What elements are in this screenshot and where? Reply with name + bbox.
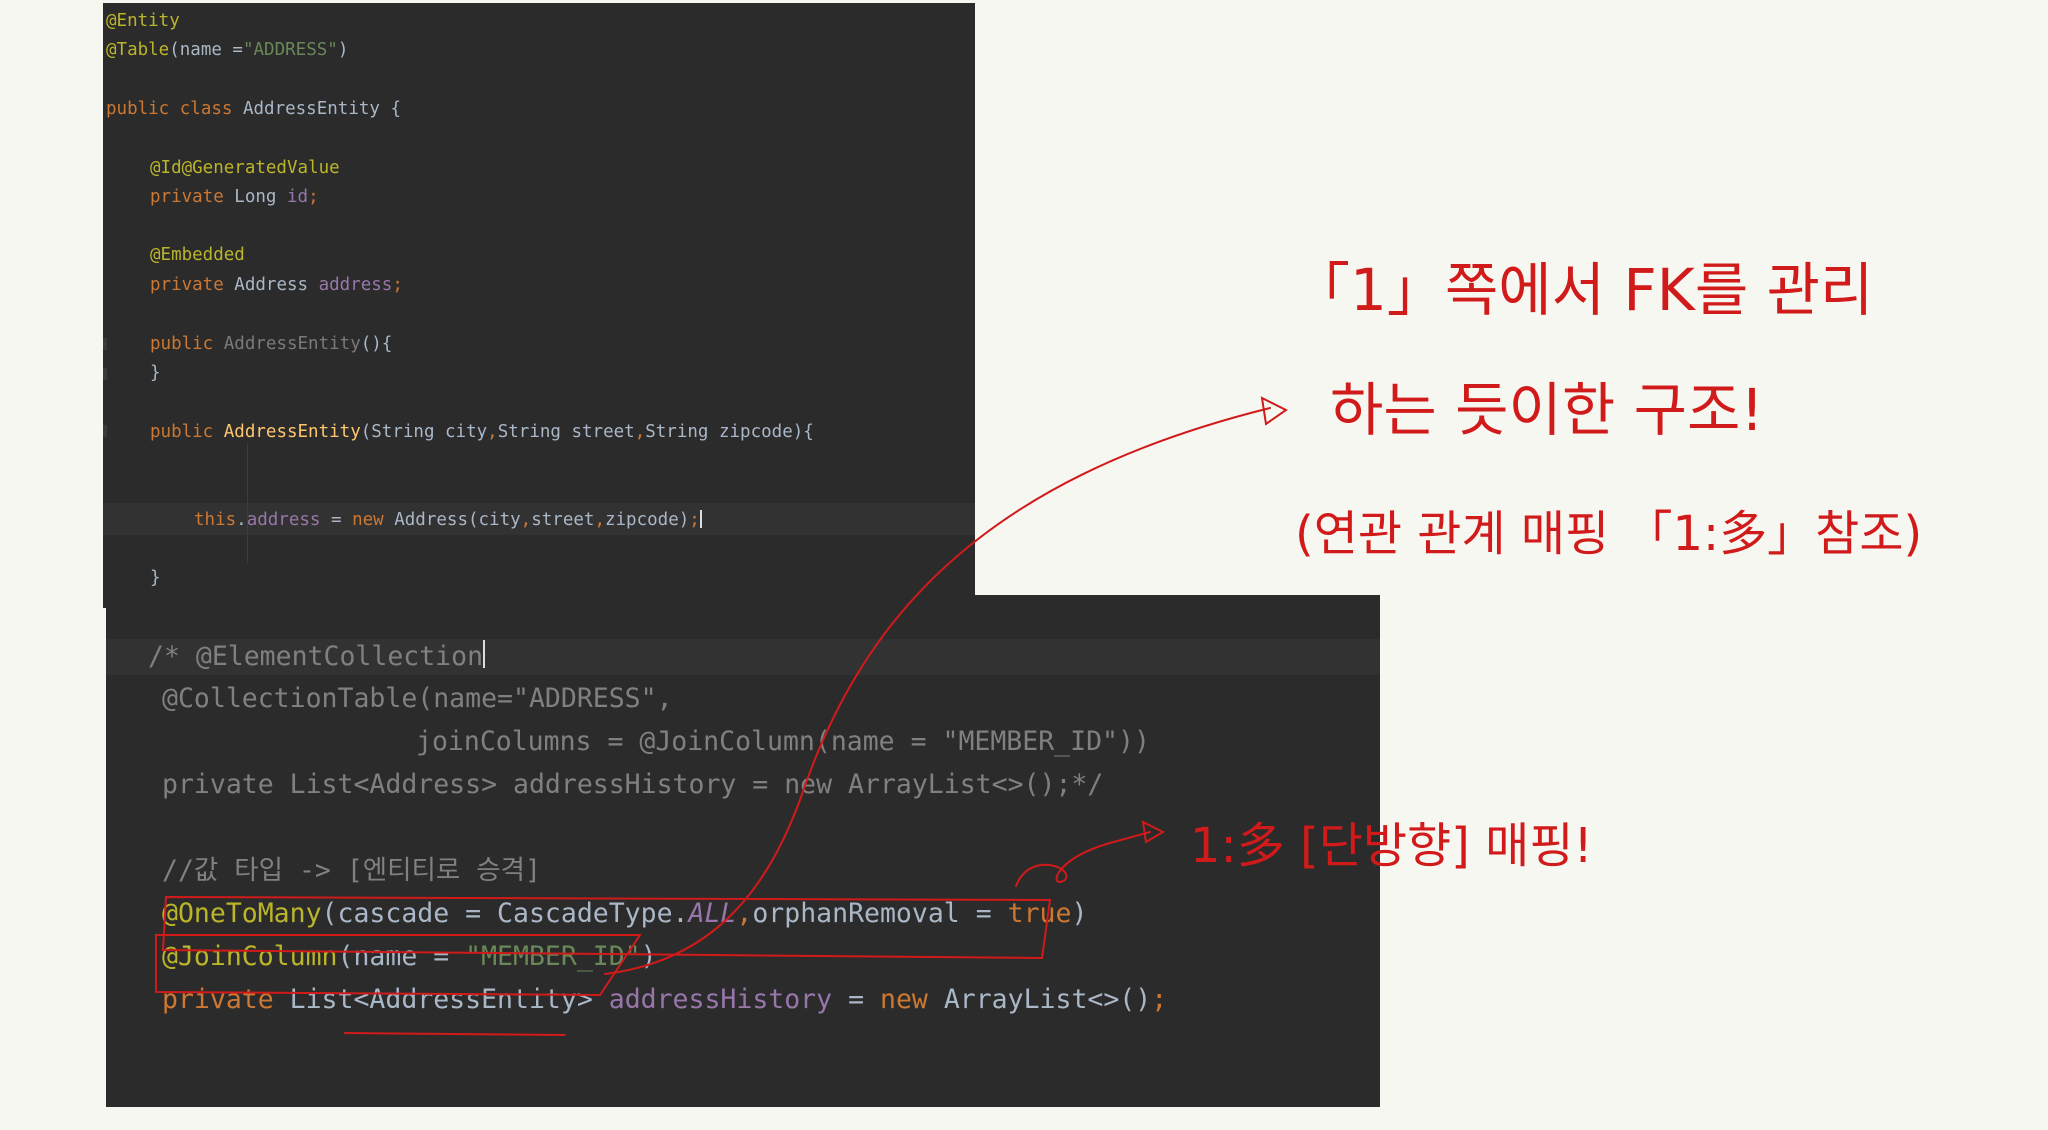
annotation-note-line-3: (연관 관계 매핑 「1:多」참조) <box>1295 506 1922 562</box>
annotation-note-arrow: 1:多 [단방향] 매핑! <box>1190 818 1593 874</box>
annotation-arrowhead <box>1141 820 1166 844</box>
annotation-box-joincolumn <box>155 934 642 997</box>
annotation-underline <box>344 1032 566 1036</box>
annotation-box-onetomany <box>161 895 1052 960</box>
annotation-arrowhead <box>1260 396 1288 426</box>
annotation-note-line-1: 「1」쪽에서 FK를 관리 <box>1292 256 1873 324</box>
annotation-arrow-short <box>1015 831 1151 887</box>
annotation-arrow-long <box>604 407 1271 975</box>
annotation-overlay: 「1」쪽에서 FK를 관리 하는 듯이한 구조! (연관 관계 매핑 「1:多」… <box>155 256 1922 1036</box>
annotation-note-line-2: 하는 듯이한 구조! <box>1330 376 1764 444</box>
